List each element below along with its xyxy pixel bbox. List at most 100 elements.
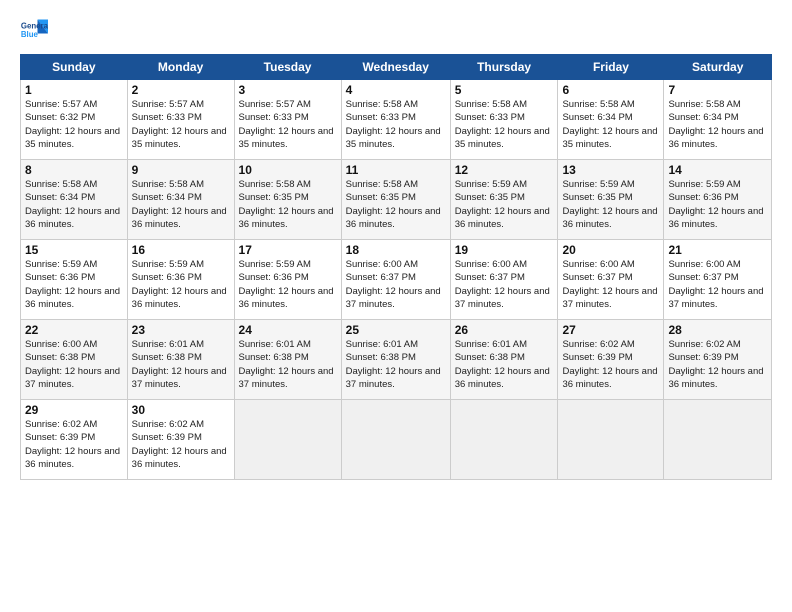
calendar-week-4: 22Sunrise: 6:00 AMSunset: 6:38 PMDayligh… <box>21 320 772 400</box>
day-info: Sunrise: 6:02 AMSunset: 6:39 PMDaylight:… <box>25 418 123 471</box>
weekday-header-saturday: Saturday <box>664 55 772 80</box>
day-info: Sunrise: 6:00 AMSunset: 6:37 PMDaylight:… <box>562 258 659 311</box>
calendar-cell <box>450 400 558 480</box>
calendar-cell: 1Sunrise: 5:57 AMSunset: 6:32 PMDaylight… <box>21 80 128 160</box>
day-number: 21 <box>668 243 767 257</box>
day-number: 19 <box>455 243 554 257</box>
day-number: 1 <box>25 83 123 97</box>
calendar-cell: 3Sunrise: 5:57 AMSunset: 6:33 PMDaylight… <box>234 80 341 160</box>
calendar-cell: 8Sunrise: 5:58 AMSunset: 6:34 PMDaylight… <box>21 160 128 240</box>
day-number: 6 <box>562 83 659 97</box>
calendar-week-1: 1Sunrise: 5:57 AMSunset: 6:32 PMDaylight… <box>21 80 772 160</box>
day-number: 18 <box>346 243 446 257</box>
day-number: 12 <box>455 163 554 177</box>
day-info: Sunrise: 5:58 AMSunset: 6:34 PMDaylight:… <box>562 98 659 151</box>
day-info: Sunrise: 5:57 AMSunset: 6:32 PMDaylight:… <box>25 98 123 151</box>
day-number: 25 <box>346 323 446 337</box>
day-info: Sunrise: 5:59 AMSunset: 6:36 PMDaylight:… <box>239 258 337 311</box>
calendar-cell: 11Sunrise: 5:58 AMSunset: 6:35 PMDayligh… <box>341 160 450 240</box>
calendar-body: 1Sunrise: 5:57 AMSunset: 6:32 PMDaylight… <box>21 80 772 480</box>
weekday-header-tuesday: Tuesday <box>234 55 341 80</box>
day-number: 14 <box>668 163 767 177</box>
calendar-cell: 23Sunrise: 6:01 AMSunset: 6:38 PMDayligh… <box>127 320 234 400</box>
day-info: Sunrise: 5:58 AMSunset: 6:35 PMDaylight:… <box>239 178 337 231</box>
day-info: Sunrise: 6:01 AMSunset: 6:38 PMDaylight:… <box>455 338 554 391</box>
weekday-header-wednesday: Wednesday <box>341 55 450 80</box>
calendar-cell: 15Sunrise: 5:59 AMSunset: 6:36 PMDayligh… <box>21 240 128 320</box>
svg-text:General: General <box>21 21 48 30</box>
calendar-cell: 6Sunrise: 5:58 AMSunset: 6:34 PMDaylight… <box>558 80 664 160</box>
day-number: 28 <box>668 323 767 337</box>
calendar-cell: 19Sunrise: 6:00 AMSunset: 6:37 PMDayligh… <box>450 240 558 320</box>
calendar-week-5: 29Sunrise: 6:02 AMSunset: 6:39 PMDayligh… <box>21 400 772 480</box>
day-info: Sunrise: 5:59 AMSunset: 6:35 PMDaylight:… <box>562 178 659 231</box>
day-info: Sunrise: 5:58 AMSunset: 6:34 PMDaylight:… <box>25 178 123 231</box>
day-info: Sunrise: 5:59 AMSunset: 6:36 PMDaylight:… <box>25 258 123 311</box>
calendar-cell: 28Sunrise: 6:02 AMSunset: 6:39 PMDayligh… <box>664 320 772 400</box>
day-info: Sunrise: 5:58 AMSunset: 6:33 PMDaylight:… <box>346 98 446 151</box>
day-number: 23 <box>132 323 230 337</box>
day-number: 10 <box>239 163 337 177</box>
calendar-cell: 14Sunrise: 5:59 AMSunset: 6:36 PMDayligh… <box>664 160 772 240</box>
calendar-cell: 12Sunrise: 5:59 AMSunset: 6:35 PMDayligh… <box>450 160 558 240</box>
day-number: 15 <box>25 243 123 257</box>
svg-text:Blue: Blue <box>21 30 39 39</box>
day-number: 27 <box>562 323 659 337</box>
header: General Blue <box>20 16 772 44</box>
calendar-cell: 17Sunrise: 5:59 AMSunset: 6:36 PMDayligh… <box>234 240 341 320</box>
day-number: 30 <box>132 403 230 417</box>
calendar-cell: 9Sunrise: 5:58 AMSunset: 6:34 PMDaylight… <box>127 160 234 240</box>
calendar-cell <box>558 400 664 480</box>
day-info: Sunrise: 6:01 AMSunset: 6:38 PMDaylight:… <box>132 338 230 391</box>
calendar-cell: 25Sunrise: 6:01 AMSunset: 6:38 PMDayligh… <box>341 320 450 400</box>
day-number: 13 <box>562 163 659 177</box>
weekday-header-thursday: Thursday <box>450 55 558 80</box>
calendar-cell <box>664 400 772 480</box>
day-info: Sunrise: 6:00 AMSunset: 6:37 PMDaylight:… <box>455 258 554 311</box>
day-info: Sunrise: 5:57 AMSunset: 6:33 PMDaylight:… <box>132 98 230 151</box>
calendar-cell: 24Sunrise: 6:01 AMSunset: 6:38 PMDayligh… <box>234 320 341 400</box>
day-number: 26 <box>455 323 554 337</box>
day-number: 5 <box>455 83 554 97</box>
weekday-header-monday: Monday <box>127 55 234 80</box>
calendar-cell: 16Sunrise: 5:59 AMSunset: 6:36 PMDayligh… <box>127 240 234 320</box>
day-number: 20 <box>562 243 659 257</box>
day-info: Sunrise: 6:01 AMSunset: 6:38 PMDaylight:… <box>346 338 446 391</box>
day-info: Sunrise: 5:59 AMSunset: 6:36 PMDaylight:… <box>668 178 767 231</box>
day-info: Sunrise: 5:59 AMSunset: 6:35 PMDaylight:… <box>455 178 554 231</box>
calendar-cell: 2Sunrise: 5:57 AMSunset: 6:33 PMDaylight… <box>127 80 234 160</box>
day-number: 4 <box>346 83 446 97</box>
day-info: Sunrise: 6:00 AMSunset: 6:38 PMDaylight:… <box>25 338 123 391</box>
day-info: Sunrise: 6:00 AMSunset: 6:37 PMDaylight:… <box>346 258 446 311</box>
day-info: Sunrise: 5:59 AMSunset: 6:36 PMDaylight:… <box>132 258 230 311</box>
day-number: 11 <box>346 163 446 177</box>
calendar-cell: 27Sunrise: 6:02 AMSunset: 6:39 PMDayligh… <box>558 320 664 400</box>
calendar-cell: 4Sunrise: 5:58 AMSunset: 6:33 PMDaylight… <box>341 80 450 160</box>
day-info: Sunrise: 5:58 AMSunset: 6:34 PMDaylight:… <box>132 178 230 231</box>
day-number: 17 <box>239 243 337 257</box>
weekday-header-sunday: Sunday <box>21 55 128 80</box>
day-number: 8 <box>25 163 123 177</box>
calendar-cell: 18Sunrise: 6:00 AMSunset: 6:37 PMDayligh… <box>341 240 450 320</box>
weekday-header-friday: Friday <box>558 55 664 80</box>
calendar-cell: 13Sunrise: 5:59 AMSunset: 6:35 PMDayligh… <box>558 160 664 240</box>
calendar-table: SundayMondayTuesdayWednesdayThursdayFrid… <box>20 54 772 480</box>
day-number: 16 <box>132 243 230 257</box>
logo: General Blue <box>20 16 48 44</box>
calendar-cell <box>234 400 341 480</box>
calendar-week-2: 8Sunrise: 5:58 AMSunset: 6:34 PMDaylight… <box>21 160 772 240</box>
calendar-cell: 29Sunrise: 6:02 AMSunset: 6:39 PMDayligh… <box>21 400 128 480</box>
calendar-cell <box>341 400 450 480</box>
calendar-cell: 21Sunrise: 6:00 AMSunset: 6:37 PMDayligh… <box>664 240 772 320</box>
calendar-cell: 5Sunrise: 5:58 AMSunset: 6:33 PMDaylight… <box>450 80 558 160</box>
day-info: Sunrise: 5:58 AMSunset: 6:35 PMDaylight:… <box>346 178 446 231</box>
calendar-week-3: 15Sunrise: 5:59 AMSunset: 6:36 PMDayligh… <box>21 240 772 320</box>
day-number: 2 <box>132 83 230 97</box>
day-info: Sunrise: 6:02 AMSunset: 6:39 PMDaylight:… <box>562 338 659 391</box>
weekday-header-row: SundayMondayTuesdayWednesdayThursdayFrid… <box>21 55 772 80</box>
logo-icon: General Blue <box>20 16 48 44</box>
day-info: Sunrise: 5:58 AMSunset: 6:33 PMDaylight:… <box>455 98 554 151</box>
day-info: Sunrise: 6:02 AMSunset: 6:39 PMDaylight:… <box>132 418 230 471</box>
calendar-cell: 10Sunrise: 5:58 AMSunset: 6:35 PMDayligh… <box>234 160 341 240</box>
day-number: 7 <box>668 83 767 97</box>
